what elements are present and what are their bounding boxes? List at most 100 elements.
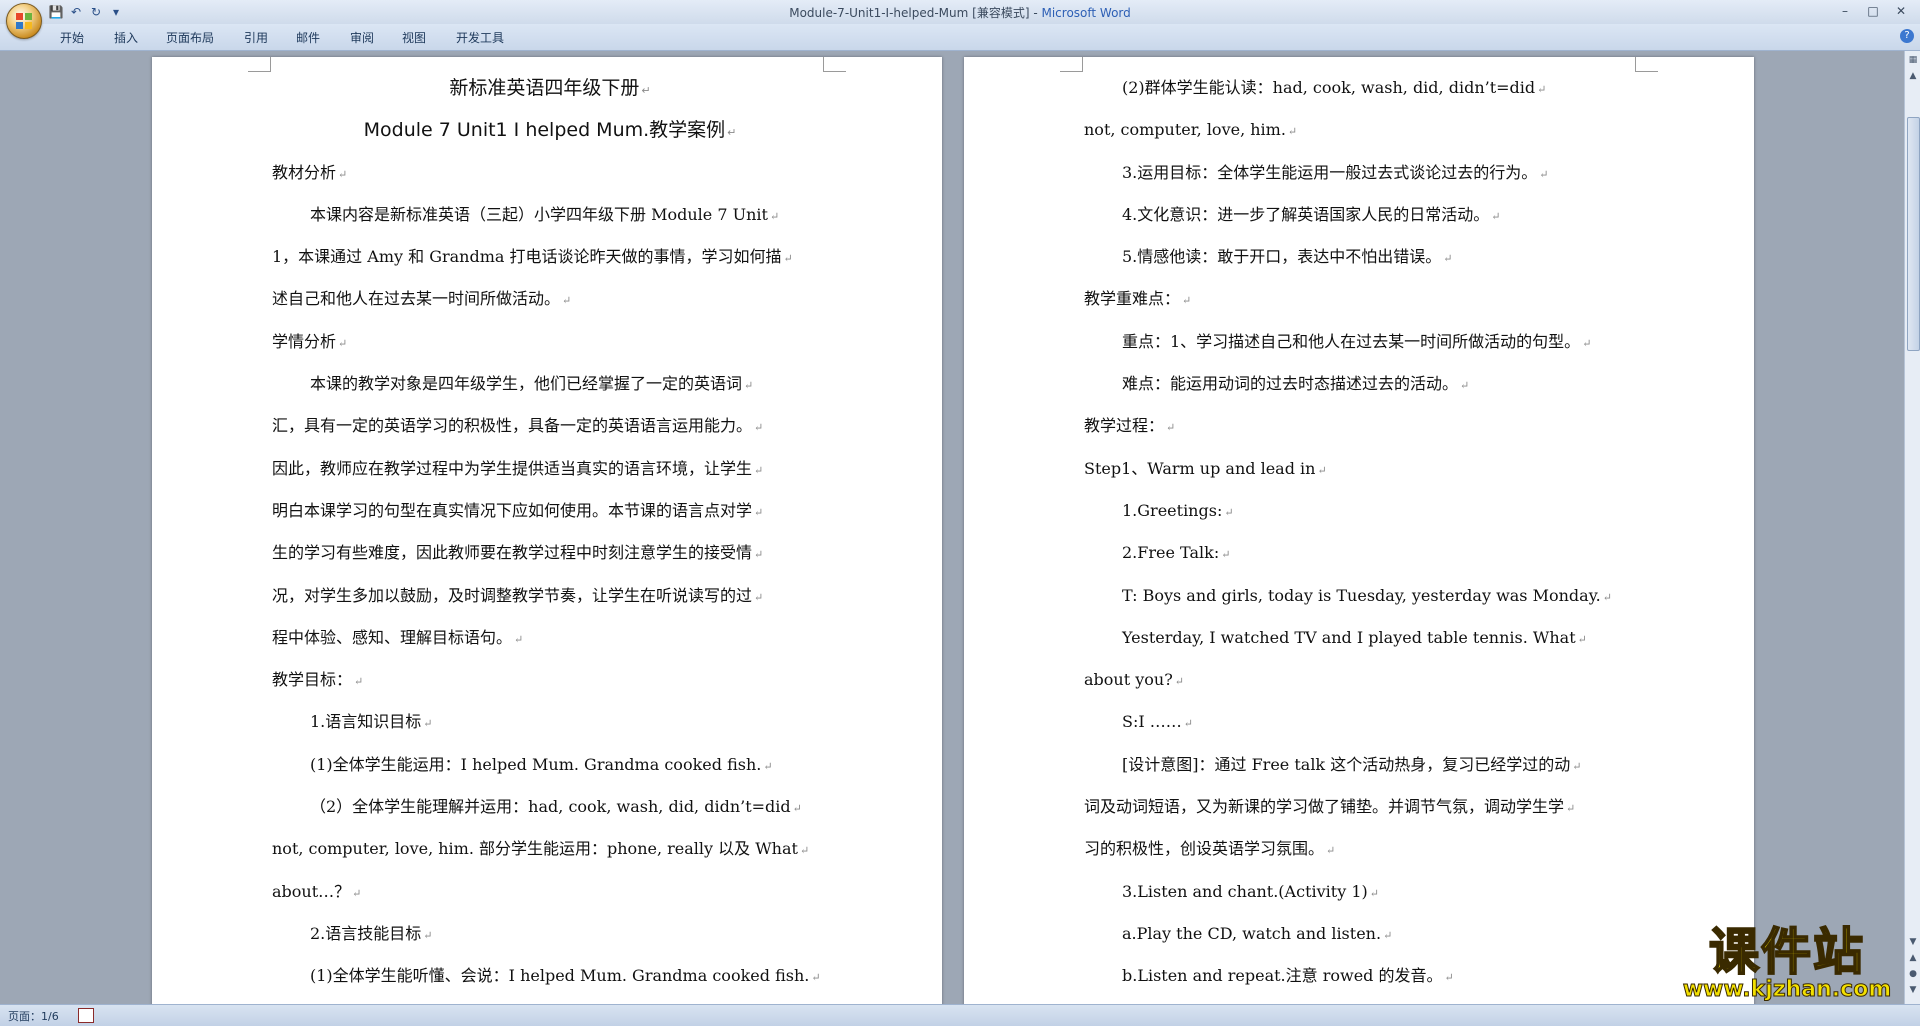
paragraph-mark-icon: ↵ <box>1566 802 1576 816</box>
paragraph-mark-icon: ↵ <box>754 548 764 562</box>
paragraph-line[interactable]: （2）全体学生能理解并运用：had, cook, wash, did, didn… <box>272 786 828 828</box>
tab-references[interactable]: 引用 <box>244 29 268 46</box>
paragraph-line[interactable]: 习的积极性，创设英语学习氛围。 ↵ <box>1084 828 1640 870</box>
paragraph-line[interactable]: 生的学习有些难度，因此教师要在教学过程中时刻注意学生的接受情 ↵ <box>272 532 828 574</box>
paragraph-mark-icon: ↵ <box>811 971 821 985</box>
tab-home[interactable]: 开始 <box>60 29 84 46</box>
paragraph-line[interactable]: 新标准英语四年级下册 ↵ <box>272 67 828 109</box>
paragraph-line[interactable]: 汇，具有一定的英语学习的积极性，具备一定的英语语言运用能力。 ↵ <box>272 405 828 447</box>
window-title: Module-7-Unit1-I-helped-Mum [兼容模式] - Mic… <box>0 4 1920 21</box>
vertical-scrollbar[interactable]: ▦ ▲ ▼ ▲ ● ▼ <box>1904 51 1920 1004</box>
paragraph-line[interactable]: Step1、Warm up and lead in ↵ <box>1084 448 1640 490</box>
line-text: 本课内容是新标准英语（三起）小学四年级下册 Module 7 Unit <box>310 204 768 224</box>
paragraph-mark-icon: ↵ <box>1602 590 1612 604</box>
paragraph-line[interactable]: 3.Listen and chant.(Activity 1) ↵ <box>1084 871 1640 913</box>
close-icon[interactable]: ✕ <box>1888 2 1914 20</box>
paragraph-line[interactable]: 5.情感他读：敢于开口，表达中不怕出错误。 ↵ <box>1084 236 1640 278</box>
paragraph-mark-icon: ↵ <box>338 167 348 181</box>
paragraph-line[interactable]: (1)全体学生能运用：I helped Mum. Grandma cooked … <box>272 744 828 786</box>
tab-developer[interactable]: 开发工具 <box>456 29 504 46</box>
paragraph-mark-icon: ↵ <box>1577 632 1587 646</box>
paragraph-mark-icon: ↵ <box>1287 125 1298 139</box>
tab-insert[interactable]: 插入 <box>114 29 138 46</box>
help-icon[interactable]: ? <box>1900 29 1914 43</box>
line-text: 述自己和他人在过去某一时间所做活动。 <box>272 289 561 309</box>
paragraph-line[interactable]: T: Boys and girls, today is Tuesday, yes… <box>1084 575 1640 617</box>
line-text: 3.Listen and chant.(Activity 1) <box>1122 881 1368 901</box>
paragraph-line[interactable]: 教学过程： ↵ <box>1084 405 1640 447</box>
paragraph-line[interactable]: S:I …… ↵ <box>1084 701 1640 743</box>
paragraph-line[interactable]: 述自己和他人在过去某一时间所做活动。 ↵ <box>272 278 828 320</box>
tab-page-layout[interactable]: 页面布局 <box>166 29 214 46</box>
right-page-text[interactable]: (2)群体学生能认读：had, cook, wash, did, didn’t=… <box>1084 67 1640 998</box>
tab-view[interactable]: 视图 <box>402 29 426 46</box>
paragraph-line[interactable]: not, computer, love, him. 部分学生能运用：phone,… <box>272 828 828 870</box>
paragraph-mark-icon: ↵ <box>1369 886 1379 900</box>
paragraph-line[interactable]: 本课内容是新标准英语（三起）小学四年级下册 Module 7 Unit ↵ <box>272 194 828 236</box>
paragraph-line[interactable]: 2.语言技能目标 ↵ <box>272 913 828 955</box>
office-button[interactable] <box>6 3 42 39</box>
paragraph-line[interactable]: 1，本课通过 Amy 和 Grandma 打电话谈论昨天做的事情，学习如何描 ↵ <box>272 236 828 278</box>
document-title: Module-7-Unit1-I-helped-Mum [兼容模式] <box>789 6 1030 20</box>
ruler-toggle-icon[interactable]: ▦ <box>1906 53 1920 67</box>
paragraph-line[interactable]: Yesterday, I watched TV and I played tab… <box>1084 617 1640 659</box>
margin-mark-top-left <box>1060 57 1083 72</box>
paragraph-line[interactable]: 程中体验、感知、理解目标语句。 ↵ <box>272 617 828 659</box>
line-text: 明白本课学习的句型在真实情况下应如何使用。本节课的语言点对学 <box>272 500 753 520</box>
paragraph-line[interactable]: [设计意图]：通过 Free talk 这个活动热身，复习已经学过的动 ↵ <box>1084 744 1640 786</box>
paragraph-mark-icon: ↵ <box>514 632 524 646</box>
paragraph-line[interactable]: 重点：1、学习描述自己和他人在过去某一时间所做活动的句型。 ↵ <box>1084 321 1640 363</box>
page-left[interactable]: 新标准英语四年级下册 ↵ Module 7 Unit1 I helped Mum.教… <box>152 57 942 1004</box>
line-text: 词及动词短语，又为新课的学习做了铺垫。并调节气氛，调动学生学 <box>1084 797 1565 817</box>
page-count[interactable]: 页面：1/6 <box>8 1008 59 1024</box>
paragraph-line[interactable]: 教学目标： ↵ <box>272 659 828 701</box>
line-text: 1.语言知识目标 <box>310 712 422 732</box>
line-text: 2.Free Talk: <box>1122 543 1220 563</box>
line-text: 教学过程： <box>1084 416 1165 436</box>
line-text: 难点：能运用动词的过去时态描述过去的活动。 <box>1122 374 1459 394</box>
paragraph-line[interactable]: 况，对学生多加以鼓励，及时调整教学节奏，让学生在听说读写的过 ↵ <box>272 575 828 617</box>
paragraph-line[interactable]: 本课的教学对象是四年级学生，他们已经掌握了一定的英语词 ↵ <box>272 363 828 405</box>
paragraph-line[interactable]: 因此，教师应在教学过程中为学生提供适当真实的语言环境，让学生 ↵ <box>272 448 828 490</box>
paragraph-mark-icon: ↵ <box>338 336 348 350</box>
tab-review[interactable]: 审阅 <box>350 29 374 46</box>
scroll-thumb[interactable] <box>1907 117 1920 351</box>
line-text: 习的积极性，创设英语学习氛围。 <box>1084 839 1325 859</box>
paragraph-line[interactable]: not, computer, love, him. ↵ <box>1084 109 1640 151</box>
paragraph-line[interactable]: 明白本课学习的句型在真实情况下应如何使用。本节课的语言点对学 ↵ <box>272 490 828 532</box>
proofing-icon[interactable] <box>78 1008 94 1023</box>
paragraph-line[interactable]: 4.文化意识：进一步了解英语国家人民的日常活动。 ↵ <box>1084 194 1640 236</box>
paragraph-line[interactable]: (1)全体学生能听懂、会说：I helped Mum. Grandma cook… <box>272 955 828 997</box>
minimize-icon[interactable]: – <box>1832 2 1858 20</box>
paragraph-line[interactable]: 教学重难点： ↵ <box>1084 278 1640 320</box>
tab-mailings[interactable]: 邮件 <box>296 29 320 46</box>
paragraph-line[interactable]: about…？ ↵ <box>272 871 828 913</box>
paragraph-line[interactable]: 学情分析 ↵ <box>272 321 828 363</box>
line-text: 4.文化意识：进一步了解英语国家人民的日常活动。 <box>1122 204 1490 224</box>
paragraph-mark-icon: ↵ <box>727 126 737 140</box>
paragraph-line[interactable]: 1.语言知识目标 ↵ <box>272 701 828 743</box>
paragraph-line[interactable]: 难点：能运用动词的过去时态描述过去的活动。 ↵ <box>1084 363 1640 405</box>
paragraph-line[interactable]: about you? ↵ <box>1084 659 1640 701</box>
paragraph-line[interactable]: 1.Greetings: ↵ <box>1084 490 1640 532</box>
line-text: 教学重难点： <box>1084 289 1181 309</box>
paragraph-line[interactable]: a.Play the CD, watch and listen. ↵ <box>1084 913 1640 955</box>
previous-page-icon[interactable]: ▲ <box>1906 951 1920 965</box>
maximize-icon[interactable]: □ <box>1860 2 1886 20</box>
paragraph-line[interactable]: 3.运用目标：全体学生能运用一般过去式谈论过去的行为。 ↵ <box>1084 152 1640 194</box>
scroll-down-icon[interactable]: ▼ <box>1906 935 1920 949</box>
paragraph-line[interactable]: b.Listen and repeat.注意 rowed 的发音。 ↵ <box>1084 955 1640 997</box>
line-text: b.Listen and repeat.注意 rowed 的发音。 <box>1122 966 1443 986</box>
next-page-icon[interactable]: ▼ <box>1906 983 1920 997</box>
left-page-text[interactable]: 新标准英语四年级下册 ↵ Module 7 Unit1 I helped Mum.教… <box>272 67 828 998</box>
paragraph-line[interactable]: 2.Free Talk: ↵ <box>1084 532 1640 574</box>
scroll-up-icon[interactable]: ▲ <box>1906 69 1920 83</box>
select-browse-object-icon[interactable]: ● <box>1906 967 1920 981</box>
line-text: 学情分析 <box>272 331 337 351</box>
paragraph-line[interactable]: 教材分析 ↵ <box>272 152 828 194</box>
paragraph-line[interactable]: Module 7 Unit1 I helped Mum.教学案例 ↵ <box>272 109 828 151</box>
page-right[interactable]: (2)群体学生能认读：had, cook, wash, did, didn’t=… <box>964 57 1754 1004</box>
paragraph-line[interactable]: 词及动词短语，又为新课的学习做了铺垫。并调节气氛，调动学生学 ↵ <box>1084 786 1640 828</box>
paragraph-line[interactable]: (2)群体学生能认读：had, cook, wash, did, didn’t=… <box>1084 67 1640 109</box>
paragraph-mark-icon: ↵ <box>754 590 764 604</box>
